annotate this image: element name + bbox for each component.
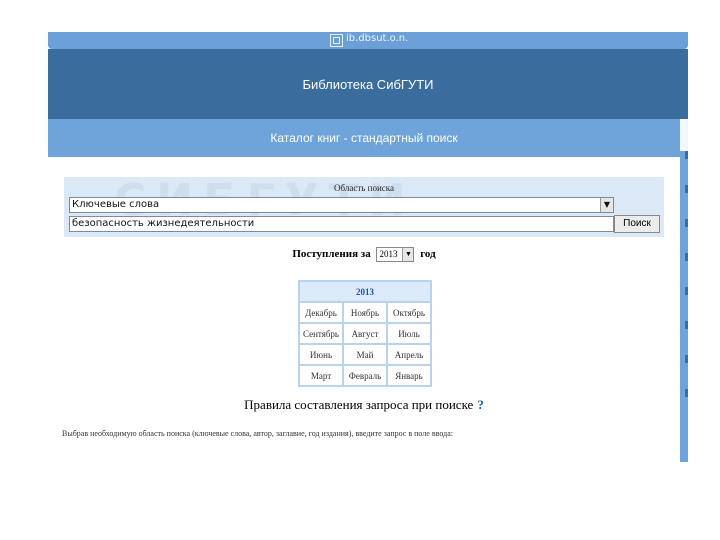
month-link[interactable]: Январь	[386, 364, 432, 387]
month-link[interactable]: Апрель	[386, 343, 432, 366]
search-rules-heading: Правила составления запроса при поиске?	[48, 397, 680, 413]
catalog-title-bar: Каталог книг - стандартный поиск	[48, 119, 680, 157]
search-hint: Выбрав необходимую область поиска (ключе…	[62, 429, 453, 438]
month-link[interactable]: Август	[342, 322, 388, 345]
month-link[interactable]: Сентябрь	[298, 322, 344, 345]
month-link[interactable]: Декабрь	[298, 301, 344, 324]
main-content: СИБГУТИ Область поиска Ключевые слова ▼ …	[48, 157, 680, 462]
search-rules-text: Правила составления запроса при поиске	[244, 397, 474, 412]
month-link[interactable]: Ноябрь	[342, 301, 388, 324]
address-text: ib.dbsut.o.n.	[346, 33, 409, 44]
site-header: Библиотека СибГУТИ	[48, 49, 688, 119]
help-icon[interactable]: ?	[477, 397, 484, 412]
search-area-select[interactable]: Ключевые слова ▼	[69, 197, 614, 213]
browser-top-bar: ib.dbsut.o.n.	[48, 32, 688, 49]
page-scrollbar[interactable]	[680, 151, 688, 462]
search-form: СИБГУТИ Область поиска Ключевые слова ▼ …	[64, 175, 664, 237]
year-select-value: 2013	[379, 249, 398, 259]
browser-frame: ib.dbsut.o.n. Библиотека СибГУТИ Каталог…	[48, 32, 688, 462]
chevron-down-icon[interactable]: ▼	[600, 198, 613, 212]
chevron-down-icon[interactable]: ▼	[402, 248, 414, 261]
year-select[interactable]: 2013 ▼	[376, 247, 415, 262]
month-link[interactable]: Май	[342, 343, 388, 366]
search-area-value: Ключевые слова	[72, 199, 160, 210]
month-link[interactable]: Октябрь	[386, 301, 432, 324]
calendar-year[interactable]: 2013	[298, 280, 432, 303]
catalog-panel: Каталог книг - стандартный поиск СИБГУТИ…	[48, 119, 688, 462]
site-logo-icon	[330, 34, 343, 47]
search-input[interactable]: безопасность жизнедеятельности	[69, 216, 614, 232]
search-area-label: Область поиска	[334, 183, 394, 193]
month-link[interactable]: Июнь	[298, 343, 344, 366]
search-button[interactable]: Поиск	[614, 215, 660, 233]
arrivals-line: Поступления за 2013 ▼ год	[48, 247, 680, 262]
month-link[interactable]: Март	[298, 364, 344, 387]
month-link[interactable]: Февраль	[342, 364, 388, 387]
year-label: год	[420, 248, 436, 261]
arrivals-calendar: 2013 Декабрь Ноябрь Октябрь Сентябрь Авг…	[298, 280, 432, 387]
month-link[interactable]: Июль	[386, 322, 432, 345]
arrivals-label: Поступления за	[292, 248, 371, 261]
catalog-title: Каталог книг - стандартный поиск	[270, 131, 458, 145]
site-title: Библиотека СибГУТИ	[302, 77, 434, 92]
